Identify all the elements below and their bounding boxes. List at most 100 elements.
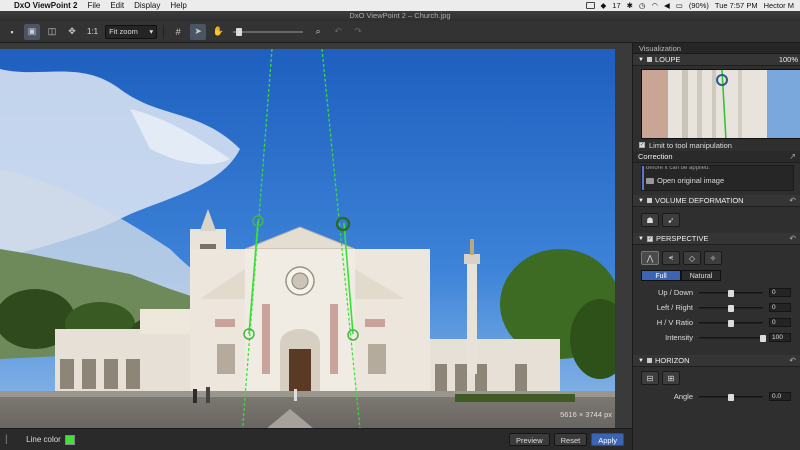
share-icon[interactable]: ↗ xyxy=(789,152,796,161)
open-original-button[interactable]: Open original image xyxy=(642,176,793,185)
horizon-title: HORIZON xyxy=(654,356,690,365)
level-horizontal-icon[interactable]: ⊟ xyxy=(641,371,659,385)
slider-knob[interactable] xyxy=(760,334,766,342)
zoom-slider[interactable] xyxy=(233,27,304,36)
magnifier-icon[interactable]: ⌕ xyxy=(310,24,326,40)
triangle-down-icon: ▼ xyxy=(638,357,644,364)
section-icon xyxy=(646,57,652,62)
spherical-icon[interactable]: ➹ xyxy=(662,213,680,227)
slider-value-input[interactable]: 0.0 xyxy=(769,392,791,401)
slider-intensity: Intensity 100 xyxy=(633,330,800,345)
horizon-header[interactable]: ▼ HORIZON ↶ xyxy=(633,355,800,367)
battery-icon[interactable]: ▭ xyxy=(676,1,683,10)
limit-tool-checkbox[interactable]: ✓ xyxy=(639,142,645,148)
undo-icon[interactable]: ↶ xyxy=(789,356,796,365)
volume-deformation-header[interactable]: ▼ VOLUME DEFORMATION ↶ xyxy=(633,195,800,207)
menu-display[interactable]: Display xyxy=(134,1,160,10)
slider-label: Up / Down xyxy=(657,288,693,297)
clock[interactable]: Tue 7:57 PM xyxy=(715,1,758,10)
eight-point-icon[interactable]: ✧ xyxy=(704,251,722,265)
redo-icon[interactable]: ↷ xyxy=(350,24,366,40)
wifi-icon[interactable]: ◠ xyxy=(651,1,658,10)
slider-up-down: Up / Down 0 xyxy=(633,285,800,300)
menu-help[interactable]: Help xyxy=(170,1,186,10)
image-dimensions: 5616 × 3744 px xyxy=(560,410,612,419)
move-icon[interactable]: ✥ xyxy=(64,24,80,40)
correction-header: Correction ↗ xyxy=(633,151,800,163)
perspective-header[interactable]: ▼ ✓ PERSPECTIVE ↶ xyxy=(633,233,800,245)
cylindrical-icon[interactable]: ☗ xyxy=(641,213,659,227)
reset-button[interactable]: Reset xyxy=(553,433,588,446)
section-toggle-icon[interactable] xyxy=(646,198,652,203)
slider-value-input[interactable]: 0 xyxy=(769,303,791,312)
menu-app-name[interactable]: DxO ViewPoint 2 xyxy=(14,1,77,10)
correction-accent xyxy=(642,166,644,190)
church-photo[interactable] xyxy=(0,49,615,449)
triangle-down-icon: ▼ xyxy=(638,197,644,204)
slider-knob[interactable] xyxy=(728,393,734,401)
slider-track[interactable] xyxy=(699,289,763,297)
folder-icon xyxy=(646,177,654,184)
mode-natural-button[interactable]: Natural xyxy=(681,270,721,281)
single-view-icon[interactable]: ▣ xyxy=(24,23,40,40)
preview-button[interactable]: Preview xyxy=(508,433,550,446)
grid-icon[interactable]: # xyxy=(170,24,186,40)
pointer-icon[interactable]: ➤ xyxy=(190,23,207,40)
slider-value-input[interactable]: 0 xyxy=(769,318,791,327)
loupe-title: LOUPE xyxy=(654,55,681,64)
slider-knob[interactable] xyxy=(728,319,734,327)
split-view-icon[interactable]: ◫ xyxy=(44,24,60,40)
slider-knob[interactable] xyxy=(728,304,734,312)
line-color-swatch[interactable] xyxy=(64,434,75,445)
panel-title: Visualization xyxy=(633,43,800,54)
bluetooth-icon[interactable]: ✱ xyxy=(627,1,633,10)
loupe-zoom[interactable]: 100% xyxy=(779,55,798,64)
apply-button[interactable]: Apply xyxy=(591,433,624,446)
slider-value-input[interactable]: 100 xyxy=(769,333,791,342)
hand-icon[interactable]: ✋ xyxy=(210,24,226,40)
rectangle-icon[interactable]: ◇ xyxy=(683,251,701,265)
user-name[interactable]: Hector M xyxy=(764,1,794,10)
undo-icon[interactable]: ↶ xyxy=(330,24,346,40)
battery-percent: (90%) xyxy=(688,1,709,10)
slider-track[interactable] xyxy=(699,319,763,327)
slider-knob[interactable] xyxy=(728,289,734,297)
slider-label: Angle xyxy=(673,392,693,401)
undo-icon[interactable]: ↶ xyxy=(789,196,796,205)
volume-tools: ☗ ➹ xyxy=(633,207,800,233)
dropbox-icon[interactable]: ◆ xyxy=(601,1,607,10)
section-toggle-icon[interactable] xyxy=(646,358,652,363)
notification-badge[interactable]: 17 xyxy=(612,1,620,10)
slider-value-input[interactable]: 0 xyxy=(769,288,791,297)
menu-bar: DxO ViewPoint 2 File Edit Display Help ◆… xyxy=(0,0,800,11)
action-buttons: Preview Reset Apply xyxy=(505,433,632,446)
horizontal-parallel-icon[interactable]: ⪪ xyxy=(662,251,680,265)
vertical-parallel-icon[interactable]: ⋀ xyxy=(641,251,659,265)
loupe-header[interactable]: ▼ LOUPE 100% xyxy=(633,54,800,66)
triangle-down-icon: ▼ xyxy=(638,235,644,242)
menu-edit[interactable]: Edit xyxy=(110,1,124,10)
window-title: DxO ViewPoint 2 – Church.jpg xyxy=(0,11,800,21)
volume-icon[interactable]: ◀ xyxy=(664,1,670,10)
correction-box: before it can be applied. Open original … xyxy=(641,165,794,191)
limit-tool-label: Limit to tool manipulation xyxy=(649,140,732,150)
slider-track[interactable] xyxy=(699,393,763,401)
slider-track[interactable] xyxy=(699,304,763,312)
perspective-enable-checkbox[interactable]: ✓ xyxy=(646,235,653,242)
image-canvas[interactable]: 5616 × 3744 px xyxy=(0,43,632,449)
correction-title: Correction xyxy=(638,152,673,161)
slider-angle: Angle 0.0 xyxy=(633,389,800,404)
undo-icon[interactable]: ↶ xyxy=(789,234,796,243)
zoom-slider-knob[interactable] xyxy=(236,27,243,36)
mode-full-button[interactable]: Full xyxy=(641,270,681,281)
zoom-select-value: Fit zoom xyxy=(109,27,138,36)
slider-track[interactable] xyxy=(699,334,766,342)
menu-file[interactable]: File xyxy=(87,1,100,10)
before-after-icon[interactable]: ▪ xyxy=(4,24,20,40)
level-vertical-icon[interactable]: ⊞ xyxy=(662,371,680,385)
zoom-1-1-button[interactable]: 1:1 xyxy=(84,27,101,36)
limit-tool-checkbox-row[interactable]: ✓ Limit to tool manipulation xyxy=(633,139,800,151)
zoom-select[interactable]: Fit zoom ▾ xyxy=(105,24,158,39)
tray-icon[interactable] xyxy=(585,2,595,9)
time-machine-icon[interactable]: ◷ xyxy=(639,1,646,10)
